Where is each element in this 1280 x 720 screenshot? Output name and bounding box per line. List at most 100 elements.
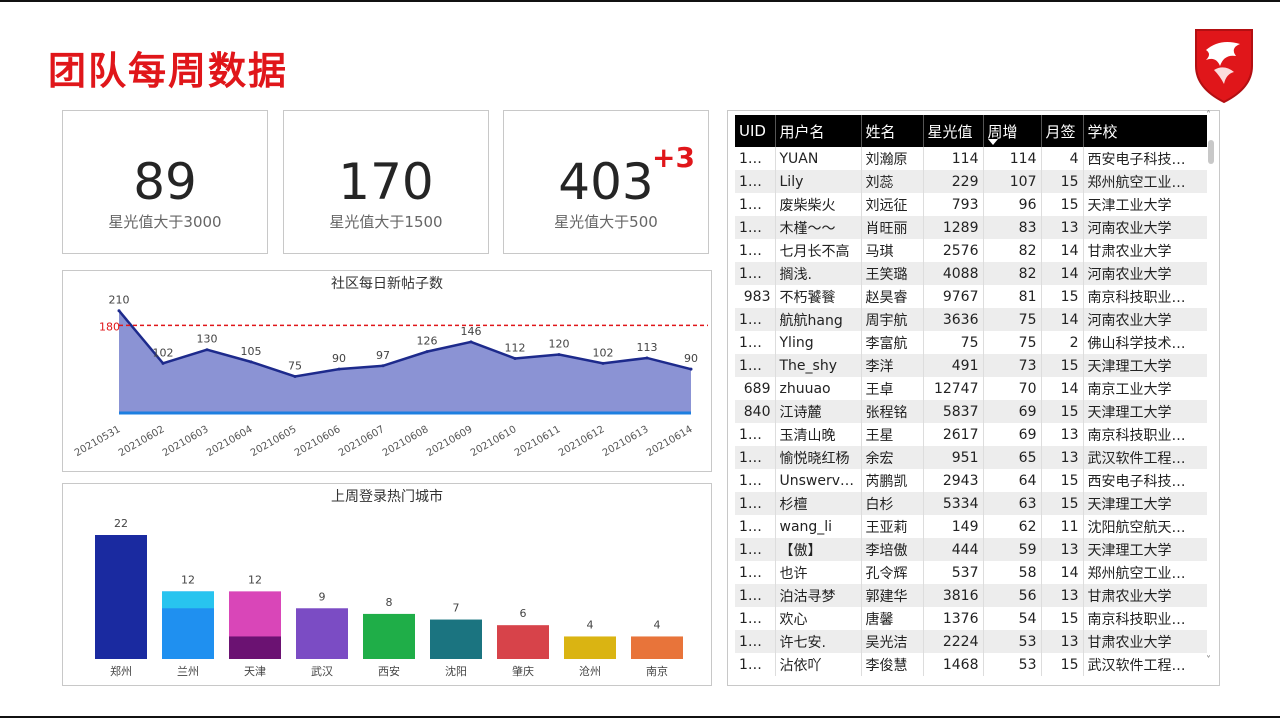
data-point: [689, 367, 693, 371]
scroll-down-arrow-icon[interactable]: ˅: [1206, 655, 1211, 666]
table-row[interactable]: 1208 泊沽寻梦 郭建华 3816 56 13 甘肃农业大学: [735, 584, 1207, 607]
table-row[interactable]: 1401 愉悦晓红杨 余宏 951 65 13 武汉软件工程…: [735, 446, 1207, 469]
table-row[interactable]: 1225 七月长不高 马琪 2576 82 14 甘肃农业大学: [735, 239, 1207, 262]
table-cell: 83: [982, 216, 1041, 239]
table-cell: 15: [1040, 193, 1083, 216]
page-title: 团队每周数据: [48, 49, 289, 93]
x-tick-label: 20210604: [205, 424, 255, 459]
table-cell: 1208: [735, 584, 775, 607]
data-point: [249, 360, 253, 364]
table-row[interactable]: 840 江诗麓 张程铭 5837 69 15 天津理工大学: [735, 400, 1207, 423]
table-cell: 2224: [922, 630, 983, 653]
scroll-up-arrow-icon[interactable]: ˄: [1206, 110, 1211, 121]
bar: [631, 636, 683, 659]
table-cell: 1454: [735, 538, 775, 561]
kpi-label: 星光值大于1500: [329, 213, 443, 231]
table-cell: 1260: [735, 308, 775, 331]
table-row[interactable]: 1486 Yling 李富航 75 75 2 佛山科学技术…: [735, 331, 1207, 354]
table-cell: 甘肃农业大学: [1082, 584, 1207, 607]
table-cell: 江诗麓: [774, 400, 861, 423]
table-cell: 佛山科学技术…: [1082, 331, 1207, 354]
table-row[interactable]: 1462 也许 孔令辉 537 58 14 郑州航空工业…: [735, 561, 1207, 584]
table-row[interactable]: 1483 YUAN 刘瀚原 114 114 4 西安电子科技…: [735, 147, 1207, 170]
x-tick-label: 20210614: [645, 424, 695, 459]
table-cell: 天津理工大学: [1082, 354, 1207, 377]
table-cell: 唐馨: [860, 607, 923, 630]
table-row[interactable]: 689 zhuuao 王卓 12747 70 14 南京工业大学: [735, 377, 1207, 400]
table-row[interactable]: 1285 木槿～～ 肖旺丽 1289 83 13 河南农业大学: [735, 216, 1207, 239]
table-cell: 李洋: [860, 354, 923, 377]
table-row[interactable]: 1260 航航hang 周宇航 3636 75 14 河南农业大学: [735, 308, 1207, 331]
table-row[interactable]: 1243 废柴柴火 刘远征 793 96 15 天津工业大学: [735, 193, 1207, 216]
category-label: 武汉: [311, 665, 333, 678]
table-cell: 951: [922, 446, 983, 469]
table-row[interactable]: 1194 Unswerving 芮鹏凯 2943 64 15 西安电子科技…: [735, 469, 1207, 492]
column-header-5[interactable]: 月签: [1040, 115, 1083, 147]
table-row[interactable]: 1170 杉檀 白杉 5334 63 15 天津理工大学: [735, 492, 1207, 515]
table-row[interactable]: 1274 搁浅. 王笑璐 4088 82 14 河南农业大学: [735, 262, 1207, 285]
column-header-0[interactable]: UID: [735, 115, 775, 147]
table-row[interactable]: 1350 欢心 唐馨 1376 54 15 南京科技职业…: [735, 607, 1207, 630]
table-row[interactable]: 1461 Lily 刘蕊 229 107 15 郑州航空工业…: [735, 170, 1207, 193]
data-point: [601, 361, 605, 365]
table-cell: Yling: [774, 331, 861, 354]
table-cell: 81: [982, 285, 1041, 308]
column-header-1[interactable]: 用户名: [774, 115, 861, 147]
table-cell: 王笑璐: [860, 262, 923, 285]
category-label: 肇庆: [512, 664, 534, 678]
column-header-6[interactable]: 学校: [1082, 115, 1207, 147]
table-cell: 2943: [922, 469, 983, 492]
data-point: [557, 353, 561, 357]
sort-descending-icon[interactable]: [987, 139, 998, 145]
table-cell: 玉清山晚: [774, 423, 861, 446]
table-row[interactable]: 1444 The_shy 李洋 491 73 15 天津理工大学: [735, 354, 1207, 377]
data-label: 105: [241, 345, 262, 358]
table-cell: 1486: [739, 334, 775, 351]
bar-segment: [162, 591, 214, 609]
table-row[interactable]: 1352 玉清山晚 王星 2617 69 13 南京科技职业…: [735, 423, 1207, 446]
table-row[interactable]: 1229 许七安. 吴光洁 2224 53 13 甘肃农业大学: [735, 630, 1207, 653]
data-point: [293, 374, 297, 378]
hot-cities-chart: 上周登录热门城市 22 郑州 12 兰州 12 天津 9 武汉 8 西安 7 沈阳 6 肇庆 4 沧州 4 南京: [62, 483, 712, 686]
table-row[interactable]: 983 不朽饕餮 赵昊睿 9767 81 15 南京科技职业…: [735, 285, 1207, 308]
column-header-3[interactable]: 星光值: [922, 115, 983, 147]
table-cell: 李富航: [860, 331, 923, 354]
bar: [95, 535, 147, 659]
column-header-2[interactable]: 姓名: [860, 115, 923, 147]
table-cell: 12747: [922, 377, 983, 400]
category-label: 西安: [378, 664, 400, 678]
table-cell: 4: [1040, 147, 1083, 170]
table-cell: 73: [982, 354, 1041, 377]
table-cell: 53: [982, 630, 1041, 653]
table-cell: 南京工业大学: [1082, 377, 1207, 400]
table-scrollbar-thumb[interactable]: [1208, 140, 1214, 164]
table-row[interactable]: 1468 wang_li 王亚莉 149 62 11 沈阳航空航天…: [735, 515, 1207, 538]
table-cell: 82: [982, 262, 1041, 285]
table-cell: 王星: [860, 423, 923, 446]
table-cell: 75: [922, 331, 983, 354]
table-cell: 14: [1040, 239, 1083, 262]
table-cell: 废柴柴火: [774, 193, 861, 216]
table-cell: 11: [1040, 515, 1083, 538]
table-cell: 13: [1040, 630, 1083, 653]
table-cell: 75: [982, 308, 1041, 331]
table-cell: zhuuao: [774, 377, 861, 400]
table-cell: 14: [1040, 377, 1083, 400]
bar-value-label: 22: [114, 517, 128, 530]
table-cell: 114: [922, 147, 983, 170]
table-row[interactable]: 1404 沾依吖 李俊慧 1468 53 15 武汉软件工程…: [735, 653, 1207, 676]
x-tick-label: 20210606: [293, 424, 343, 459]
data-point: [117, 309, 121, 313]
table-cell: 56: [982, 584, 1041, 607]
category-label: 南京: [646, 664, 668, 678]
x-tick-label: 20210610: [469, 424, 519, 459]
table-cell: 444: [922, 538, 983, 561]
bar-value-label: 4: [587, 618, 594, 631]
bar: [296, 608, 348, 659]
table-row[interactable]: 1454 【傲】 李培傲 444 59 13 天津理工大学: [735, 538, 1207, 561]
column-header-4[interactable]: 周增: [982, 115, 1041, 147]
table-cell: 天津理工大学: [1082, 492, 1207, 515]
table-cell: 不朽饕餮: [774, 285, 861, 308]
table-cell: 537: [922, 561, 983, 584]
table-cell: 64: [982, 469, 1041, 492]
